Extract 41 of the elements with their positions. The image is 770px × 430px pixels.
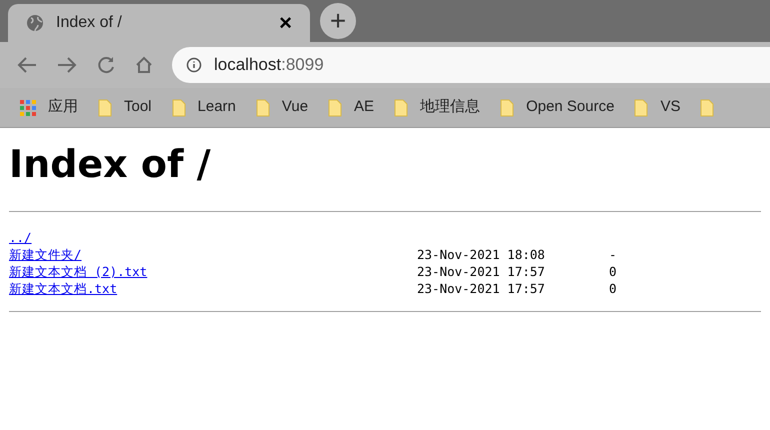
- size-text: 0: [609, 263, 617, 280]
- folder-icon: [328, 98, 342, 116]
- bookmark[interactable]: 应用: [20, 96, 78, 119]
- new-tab-button[interactable]: +: [320, 3, 356, 39]
- apps-grid-icon: [20, 100, 36, 116]
- url-text: localhost:8099: [214, 54, 324, 76]
- info-icon: [186, 57, 202, 73]
- folder-icon: [500, 98, 514, 116]
- folder-icon: [394, 98, 408, 116]
- folder-icon: [634, 98, 648, 116]
- folder-icon: [98, 98, 112, 116]
- file-link[interactable]: 新建文本文档.txt: [9, 281, 118, 296]
- date-text: 23-Nov-2021 18:08: [417, 246, 546, 263]
- close-button[interactable]: ×: [279, 12, 292, 34]
- date-text: 23-Nov-2021 17:57: [417, 280, 546, 297]
- reload-icon[interactable]: [96, 55, 116, 75]
- bookmark[interactable]: 地理信息: [394, 96, 480, 119]
- file-link[interactable]: ../: [9, 230, 32, 245]
- folder-icon: [172, 98, 186, 116]
- bookmark[interactable]: Vue: [256, 96, 308, 119]
- address-bar[interactable]: localhost:8099: [172, 47, 770, 83]
- page-heading: Index of /: [9, 142, 212, 186]
- folder-icon: [256, 98, 270, 116]
- date-text: 23-Nov-2021 17:57: [417, 263, 546, 280]
- folder-icon: [700, 98, 714, 116]
- bookmark[interactable]: VS: [634, 96, 680, 119]
- bookmark[interactable]: Tool: [98, 96, 152, 119]
- browser-tab[interactable]: Index of / ×: [8, 4, 310, 42]
- back-arrow-icon[interactable]: [16, 56, 38, 74]
- file-link[interactable]: 新建文件夹/: [9, 247, 82, 262]
- tab-title: Index of /: [56, 13, 123, 33]
- size-text: -: [609, 246, 617, 263]
- globe-icon: [26, 14, 44, 32]
- bookmark[interactable]: [700, 98, 714, 116]
- bookmark[interactable]: AE: [328, 96, 374, 119]
- bookmark[interactable]: Learn: [172, 96, 236, 119]
- size-text: 0: [609, 280, 617, 297]
- bookmark[interactable]: Open Source: [500, 96, 614, 119]
- file-link[interactable]: 新建文本文档 (2).txt: [9, 264, 148, 279]
- home-icon[interactable]: [134, 55, 154, 75]
- forward-arrow-icon[interactable]: [56, 56, 78, 74]
